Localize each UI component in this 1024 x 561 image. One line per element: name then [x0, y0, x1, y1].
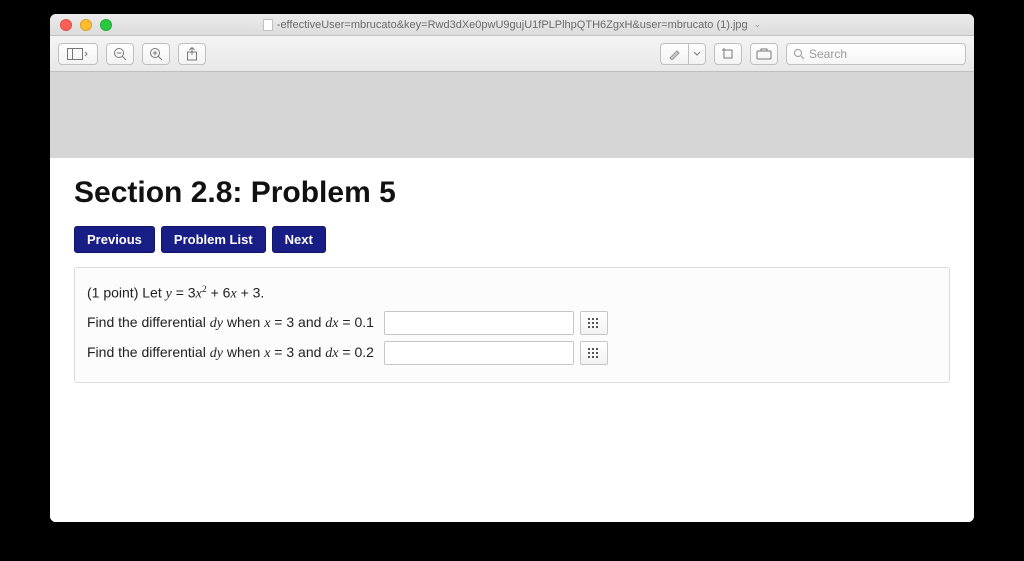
chevron-down-icon: ⌄: [754, 19, 762, 30]
content-area: Section 2.8: Problem 5 Previous Problem …: [50, 72, 974, 522]
highlight-button[interactable]: [660, 43, 688, 65]
window-title: -effectiveUser=mbrucato&key=Rwd3dXe0pwU9…: [50, 19, 974, 31]
page-title: Section 2.8: Problem 5: [74, 176, 950, 210]
highlight-menu-button[interactable]: [688, 43, 706, 65]
page: Section 2.8: Problem 5 Previous Problem …: [50, 158, 974, 522]
search-icon: [793, 48, 805, 60]
preview-window: -effectiveUser=mbrucato&key=Rwd3dXe0pwU9…: [50, 14, 974, 522]
search-placeholder: Search: [809, 47, 847, 61]
answer-input-2[interactable]: [384, 341, 574, 365]
toolbar: Search: [50, 36, 974, 72]
titlebar: -effectiveUser=mbrucato&key=Rwd3dXe0pwU9…: [50, 14, 974, 36]
markup-toolbar-button[interactable]: [750, 43, 778, 65]
zoom-icon[interactable]: [100, 19, 112, 31]
points-prefix: (1 point) Let: [87, 284, 166, 300]
rotate-button[interactable]: [714, 43, 742, 65]
previous-button[interactable]: Previous: [74, 226, 155, 253]
problem-box: (1 point) Let y = 3x2 + 6x + 3. Find the…: [74, 267, 950, 383]
next-button[interactable]: Next: [272, 226, 326, 253]
traffic-lights: [50, 19, 112, 31]
sidebar-toggle-button[interactable]: [58, 43, 98, 65]
keypad-icon: [588, 348, 600, 358]
share-button[interactable]: [178, 43, 206, 65]
problem-statement: (1 point) Let y = 3x2 + 6x + 3.: [87, 278, 937, 308]
window-title-text: -effectiveUser=mbrucato&key=Rwd3dXe0pwU9…: [277, 19, 748, 31]
minimize-icon[interactable]: [80, 19, 92, 31]
document-icon: [263, 19, 273, 31]
zoom-in-button[interactable]: [142, 43, 170, 65]
problem-list-button[interactable]: Problem List: [161, 226, 266, 253]
answer-input-1[interactable]: [384, 311, 574, 335]
question-line-2: Find the differential dy when x = 3 and …: [87, 338, 937, 368]
zoom-out-button[interactable]: [106, 43, 134, 65]
problem-nav: Previous Problem List Next: [74, 226, 950, 253]
markup-segment: [660, 43, 706, 65]
search-input[interactable]: Search: [786, 43, 966, 65]
keypad-button-1[interactable]: [580, 311, 608, 335]
keypad-icon: [588, 318, 600, 328]
question-line-1: Find the differential dy when x = 3 and …: [87, 308, 937, 338]
close-icon[interactable]: [60, 19, 72, 31]
keypad-button-2[interactable]: [580, 341, 608, 365]
